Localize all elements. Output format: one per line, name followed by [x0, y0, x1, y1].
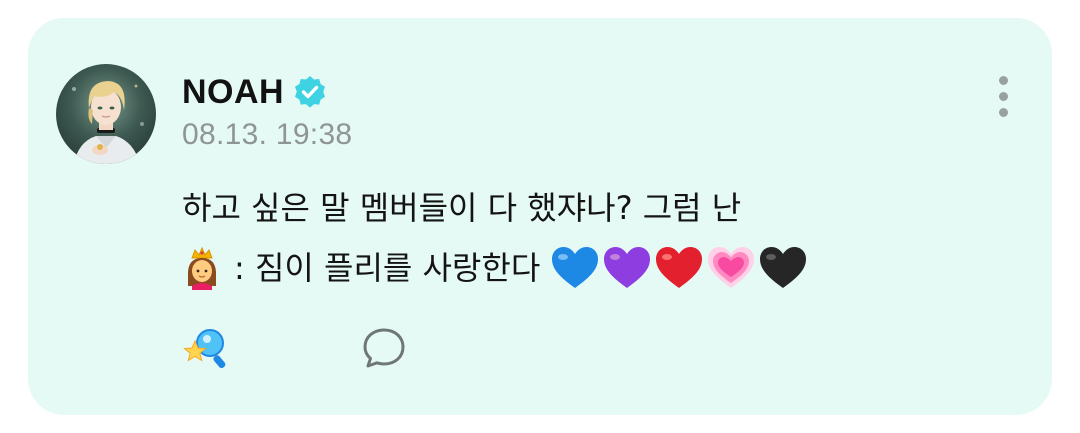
black-heart-icon [760, 247, 807, 288]
speech-bubble-icon[interactable] [362, 326, 406, 370]
post-text-2: : 짐이 플리를 사랑한다 [234, 249, 541, 287]
more-vertical-icon[interactable] [994, 76, 1012, 124]
avatar-illustration [72, 81, 144, 164]
post-card: NOAH 08.13. 19:38 하고 싶은 말 멤버들이 다 했쟈나? 그럼… [28, 18, 1052, 415]
post-text-1: 하고 싶은 말 멤버들이 다 했쟈나? 그럼 난 [182, 189, 742, 227]
post-body: 하고 싶은 말 멤버들이 다 했쟈나? 그럼 난 : 짐이 플리를 사랑한다 [182, 178, 1002, 298]
verified-badge-icon [295, 76, 326, 108]
author-header: NOAH [182, 70, 328, 114]
post-text-line-1: 하고 싶은 말 멤버들이 다 했쟈나? 그럼 난 [182, 178, 1002, 238]
author-avatar[interactable] [56, 64, 156, 164]
post-actions [182, 323, 406, 373]
heart-emojis [550, 246, 810, 290]
more-dot [998, 76, 1008, 85]
more-dot [998, 92, 1008, 101]
more-dot [998, 108, 1008, 117]
author-name[interactable]: NOAH [182, 73, 284, 112]
post-text-line-2: : 짐이 플리를 사랑한다 [182, 238, 1002, 298]
star-magnifier-reaction-icon[interactable] [182, 323, 232, 373]
princess-emoji-icon [187, 246, 217, 290]
purple-heart-icon [604, 247, 651, 288]
red-heart-icon [656, 247, 703, 288]
growing-heart-icon [708, 247, 755, 288]
blue-heart-icon [552, 247, 599, 288]
post-timestamp: 08.13. 19:38 [182, 118, 353, 151]
